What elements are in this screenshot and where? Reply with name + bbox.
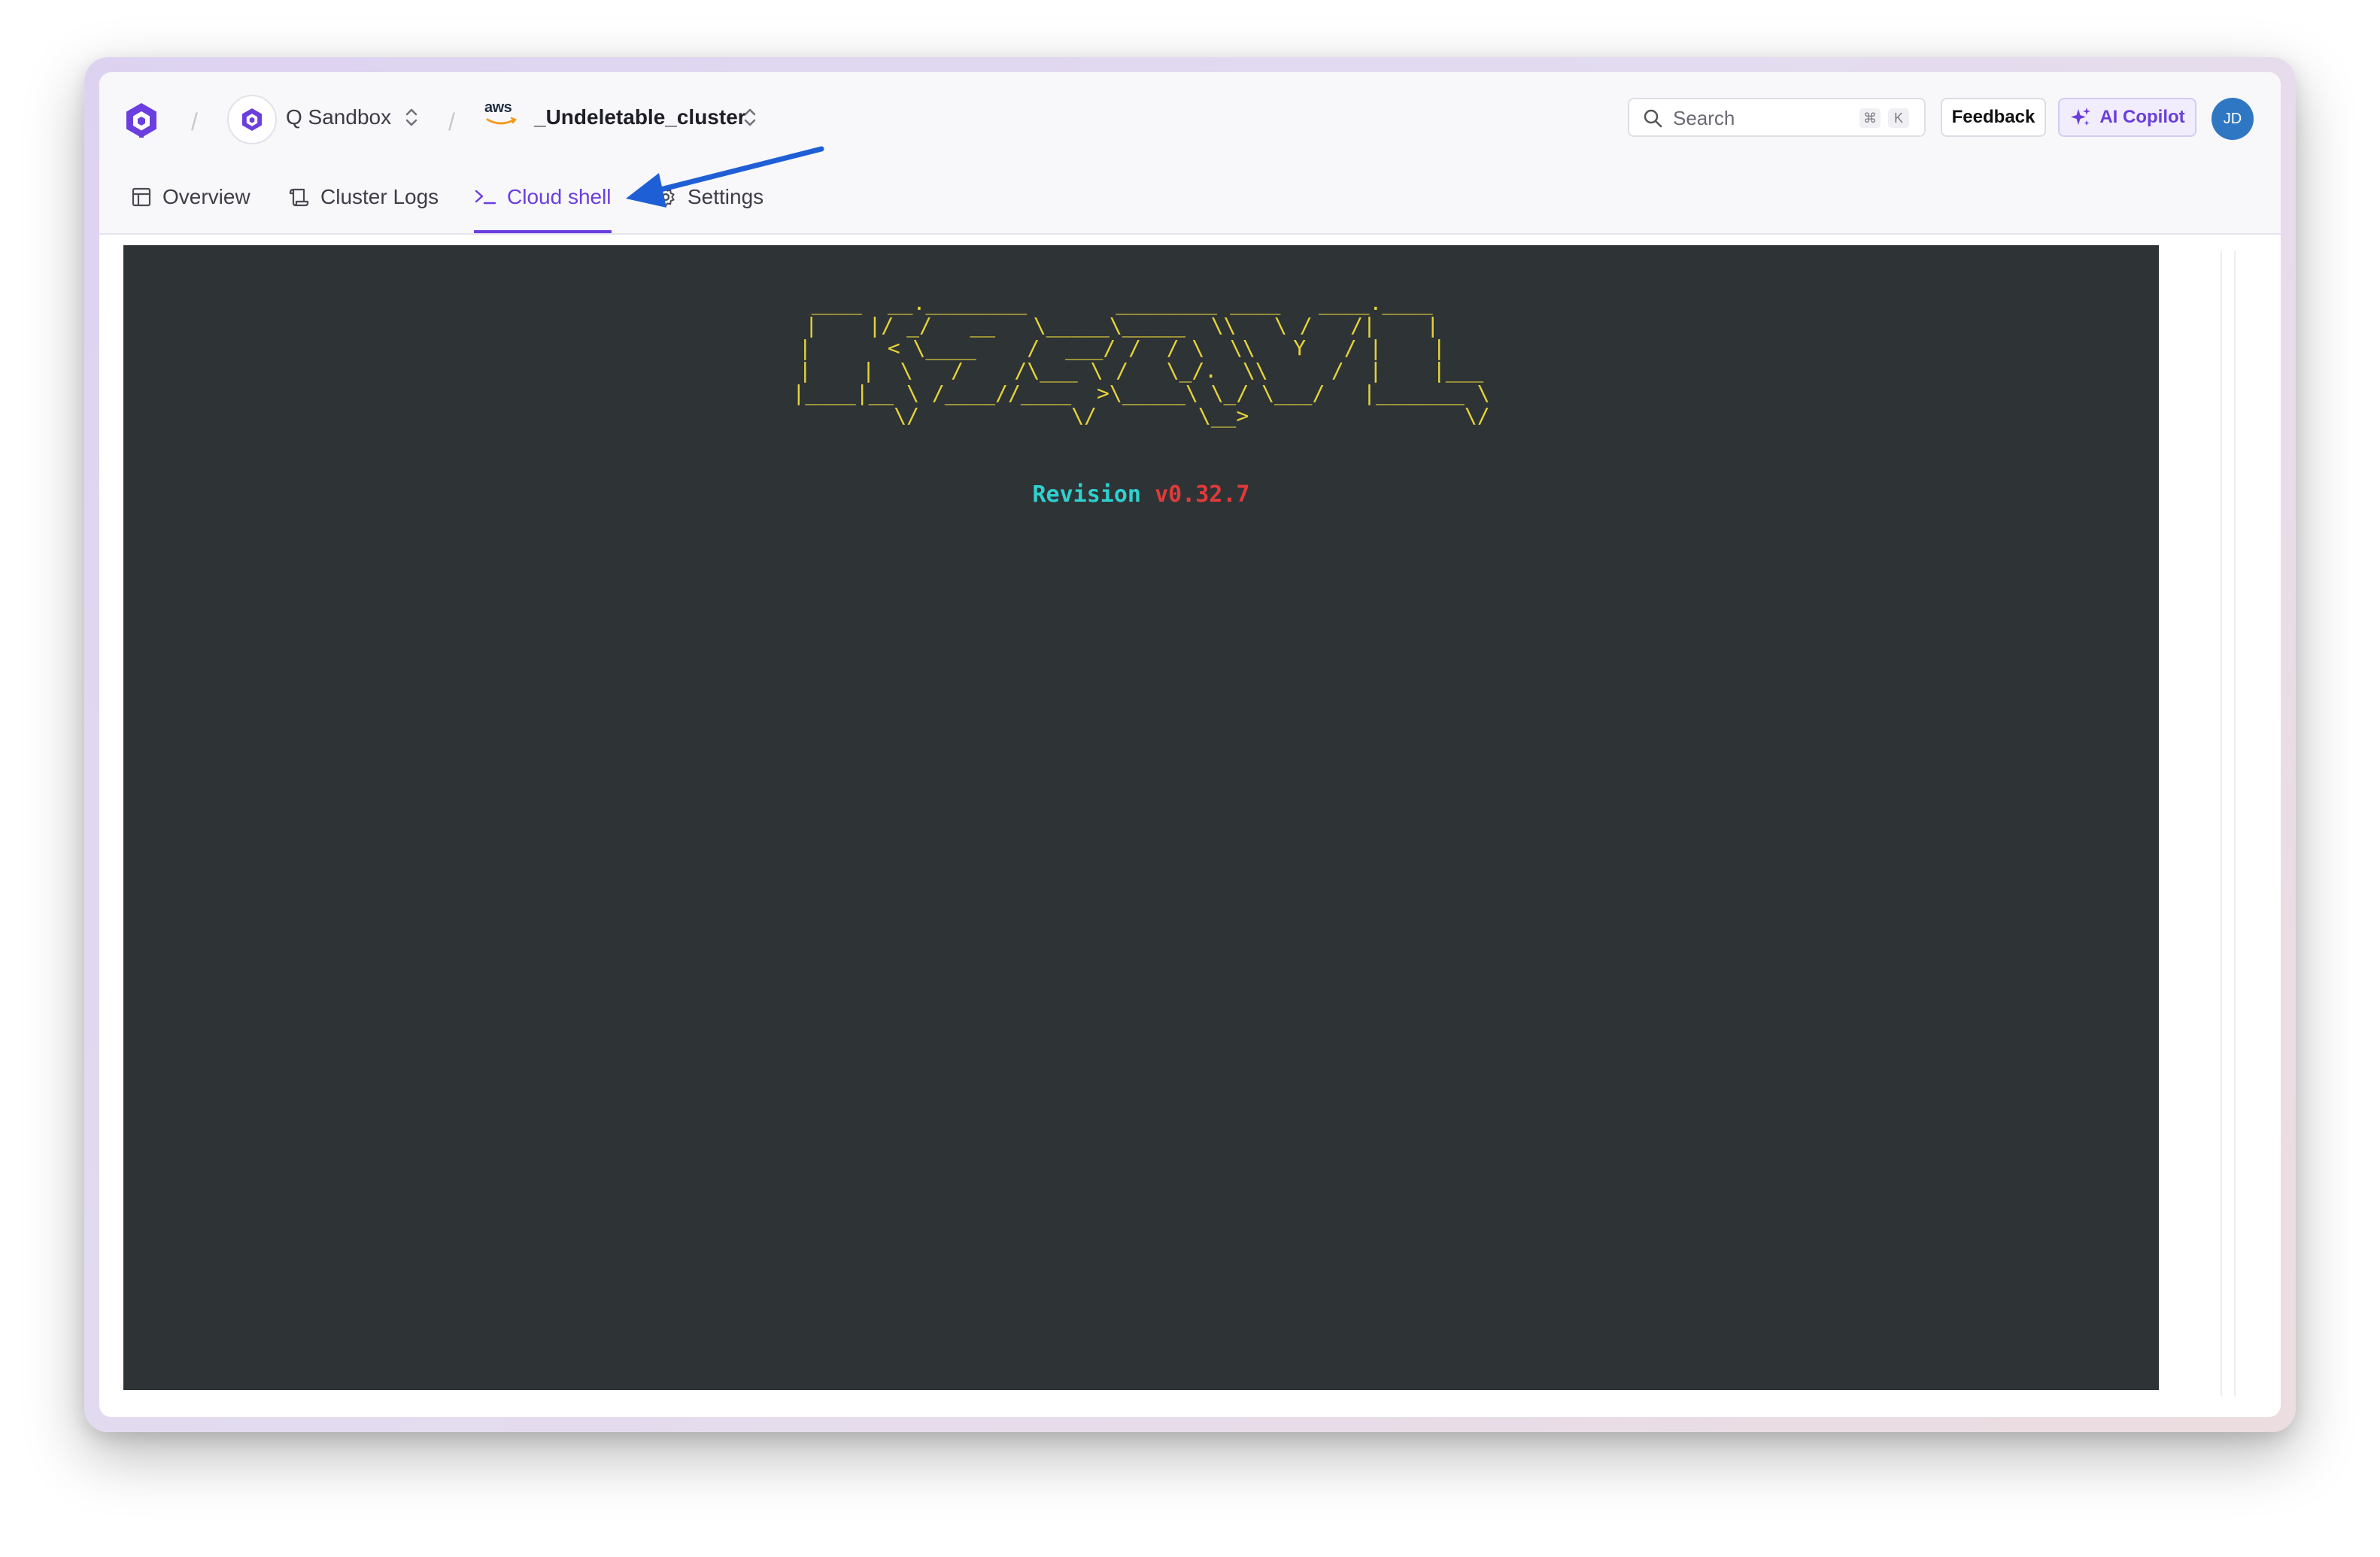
breadcrumb-separator: / [448, 108, 455, 135]
search-input[interactable] [1671, 105, 1840, 131]
org-name[interactable]: Q Sandbox [286, 105, 391, 129]
org-switcher-chevron-icon[interactable] [403, 105, 420, 129]
app-logo-icon[interactable] [122, 101, 161, 140]
feedback-button[interactable]: Feedback [1941, 98, 2046, 137]
gear-icon [657, 187, 675, 207]
app-window: / Q Sandbox / aws _Undeletable_cluster S… [84, 57, 2296, 1432]
tab-overview[interactable]: Overview [131, 161, 250, 233]
ai-copilot-button[interactable]: AI Copilot [2058, 98, 2196, 137]
ai-copilot-label: AI Copilot [2099, 107, 2185, 127]
k9s-ascii-banner: ____ __.________ ________ ____ ____.____… [792, 290, 1490, 428]
shortcut-key-k: K [1888, 108, 1909, 128]
shortcut-key-cmd: ⌘ [1859, 108, 1881, 128]
cloud-shell-terminal[interactable]: ____ __.________ ________ ____ ____.____… [123, 245, 2159, 1390]
tab-label: Cluster Logs [320, 185, 439, 208]
scroll-icon [289, 188, 309, 207]
tab-cloud-shell[interactable]: Cloud shell [474, 161, 612, 233]
terminal-icon [475, 190, 496, 205]
user-avatar[interactable]: JD [2212, 98, 2254, 140]
search-box[interactable]: ⌘ K [1628, 98, 1926, 137]
org-avatar[interactable] [227, 95, 277, 144]
tab-label: Overview [162, 185, 250, 208]
revision-line: Revision v0.32.7 [123, 481, 2159, 508]
sparkle-icon [2071, 108, 2091, 126]
tab-label: Cloud shell [507, 185, 612, 208]
revision-version: v0.32.7 [1155, 481, 1250, 508]
app-content: / Q Sandbox / aws _Undeletable_cluster S… [99, 72, 2281, 1417]
tab-settings[interactable]: Settings [654, 161, 763, 233]
tab-label: Settings [688, 185, 764, 208]
cluster-name[interactable]: _Undeletable_cluster [534, 105, 746, 129]
breadcrumb-separator: / [191, 108, 198, 135]
org-logo-icon [241, 108, 263, 132]
tab-cluster-logs[interactable]: Cluster Logs [287, 161, 439, 233]
cluster-switcher-chevron-icon[interactable] [742, 105, 758, 129]
aws-logo-icon: aws [484, 99, 519, 129]
top-bar: / Q Sandbox / aws _Undeletable_cluster S… [99, 72, 2281, 235]
search-icon [1644, 109, 1662, 128]
scrollbar-track[interactable] [2221, 251, 2236, 1396]
layout-icon [132, 187, 151, 207]
revision-label: Revision [1032, 481, 1142, 508]
